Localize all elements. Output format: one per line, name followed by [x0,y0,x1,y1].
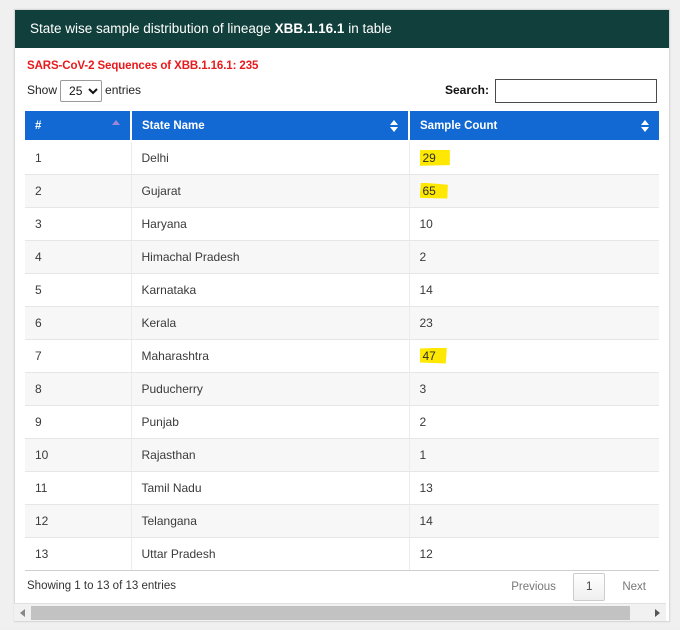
cell-state-name: Rajasthan [131,438,410,472]
highlighted-sample-count: 29 [419,149,450,166]
cell-sample-count: 12 [409,537,659,571]
table-row: 11 Tamil Nadu 13 [25,471,659,505]
table-row: 3 Haryana 10 [25,207,659,241]
search-control: Search: [445,78,657,103]
panel-title-suffix: in table [344,21,392,36]
table-row: 6 Kerala 23 [25,306,659,340]
column-header-sample-count-label: Sample Count [420,119,498,132]
highlighted-sample-count: 65 [419,182,448,199]
bottom-strip [0,626,680,630]
table-row: 12 Telangana 14 [25,504,659,538]
highlighted-sample-count: 47 [419,347,447,364]
cell-index: 10 [25,438,132,472]
cell-index: 7 [25,339,132,373]
cell-sample-count: 65 [409,174,659,208]
horizontal-scrollbar[interactable] [14,603,666,621]
cell-state-name: Punjab [131,405,410,439]
column-header-state-name[interactable]: State Name [131,111,410,142]
show-label: Show [27,83,58,97]
cell-index: 1 [25,141,132,175]
cell-state-name: Puducherry [131,372,410,406]
panel-header: State wise sample distribution of lineag… [15,10,669,48]
table-row: 8 Puducherry 3 [25,372,659,406]
cell-index: 4 [25,240,132,274]
panel-title-prefix: State wise sample distribution of lineag… [30,21,275,36]
cell-sample-count: 10 [409,207,659,241]
table-head: # State Name Sample Count [25,111,659,142]
cell-sample-count: 47 [409,339,659,373]
page-length-control: Show 25 entries [27,78,141,102]
pagination: Previous 1 Next [500,572,657,601]
cell-index: 2 [25,174,132,208]
table-footer: Showing 1 to 13 of 13 entries Previous 1… [25,571,659,607]
cell-sample-count: 3 [409,372,659,406]
cell-index: 13 [25,537,132,571]
table-header-row: # State Name Sample Count [25,111,659,142]
table-row: 2 Gujarat 65 [25,174,659,208]
cell-index: 9 [25,405,132,439]
cell-index: 11 [25,471,132,505]
page-length-select[interactable]: 25 [60,79,103,102]
entries-label: entries [105,83,142,97]
column-header-index-label: # [35,119,42,132]
cell-sample-count: 1 [409,438,659,472]
table-row: 1 Delhi 29 [25,141,659,175]
search-input[interactable] [495,78,657,103]
panel-title-lineage: XBB.1.16.1 [274,21,345,36]
sort-both-icon [390,119,399,133]
panel-body: SARS-CoV-2 Sequences of XBB.1.16.1: 235 … [15,48,669,607]
cell-state-name: Maharashtra [131,339,410,373]
cell-index: 5 [25,273,132,307]
table-row: 5 Karnataka 14 [25,273,659,307]
cell-sample-count: 29 [409,141,659,175]
cell-state-name: Tamil Nadu [131,471,410,505]
cell-sample-count: 14 [409,504,659,538]
pagination-next-button[interactable]: Next [611,573,657,601]
table-card: State wise sample distribution of lineag… [14,9,670,622]
sequence-count-heading: SARS-CoV-2 Sequences of XBB.1.16.1: 235 [27,60,259,72]
cell-index: 3 [25,207,132,241]
page-root: State wise sample distribution of lineag… [0,0,680,630]
cell-state-name: Haryana [131,207,410,241]
table-row: 10 Rajasthan 1 [25,438,659,472]
scrollbar-track[interactable] [31,605,649,620]
table-row: 7 Maharashtra 47 [25,339,659,373]
table-row: 13 Uttar Pradesh 12 [25,537,659,571]
cell-sample-count: 13 [409,471,659,505]
table-controls: Show 25 entries Search: [25,78,659,104]
cell-state-name: Telangana [131,504,410,538]
sort-ascending-icon [112,119,121,133]
pagination-page-1-button[interactable]: 1 [572,572,606,601]
column-header-sample-count[interactable]: Sample Count [409,111,659,142]
search-label: Search: [444,83,489,97]
pagination-previous-button[interactable]: Previous [500,573,567,601]
scroll-left-arrow-icon[interactable] [14,604,31,621]
cell-index: 6 [25,306,132,340]
cell-state-name: Karnataka [131,273,410,307]
cell-state-name: Gujarat [131,174,410,208]
table-row: 9 Punjab 2 [25,405,659,439]
cell-state-name: Delhi [131,141,410,175]
cell-sample-count: 14 [409,273,659,307]
table-body: 1 Delhi 29 2 Gujarat 65 3 Haryana 10 4 Himachal Pr… [25,141,659,571]
cell-sample-count: 2 [409,240,659,274]
column-header-index[interactable]: # [25,111,132,142]
cell-state-name: Uttar Pradesh [131,537,410,571]
cell-sample-count: 23 [409,306,659,340]
table-row: 4 Himachal Pradesh 2 [25,240,659,274]
cell-state-name: Himachal Pradesh [131,240,410,274]
sort-both-icon [641,119,650,133]
cell-index: 12 [25,504,132,538]
cell-sample-count: 2 [409,405,659,439]
scroll-right-arrow-icon[interactable] [649,604,666,621]
entries-info: Showing 1 to 13 of 13 entries [27,579,176,592]
cell-state-name: Kerala [131,306,410,340]
column-header-state-name-label: State Name [142,119,205,132]
state-distribution-table: # State Name Sample Count 1 Delhi 29 2 G… [25,111,659,571]
cell-index: 8 [25,372,132,406]
scrollbar-thumb[interactable] [31,605,631,620]
